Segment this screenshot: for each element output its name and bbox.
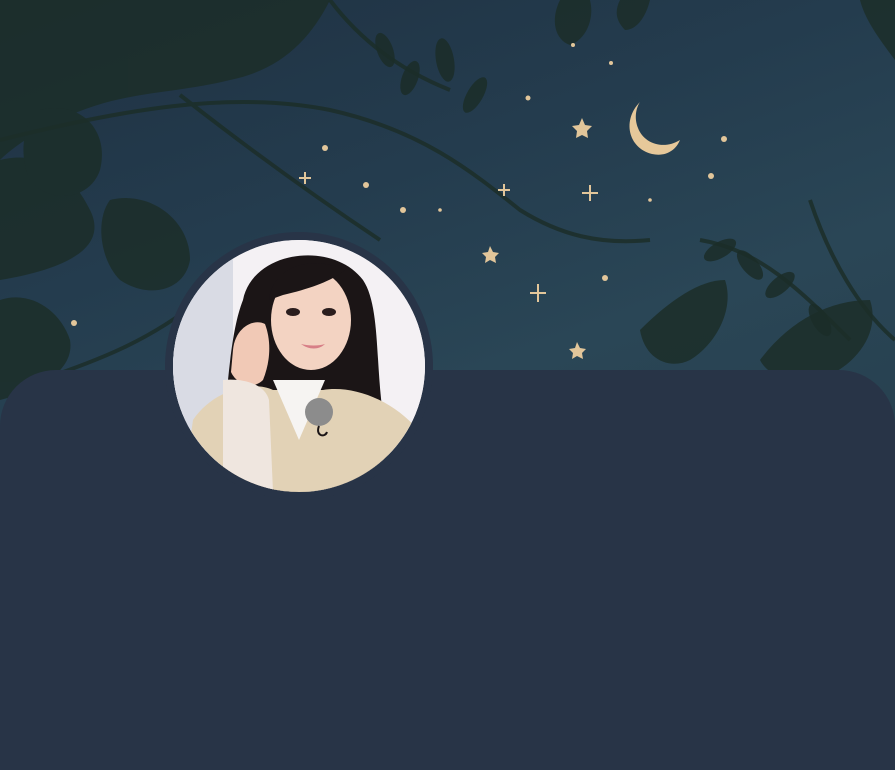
avatar-ring[interactable] <box>165 232 433 500</box>
profile-photo-icon <box>173 240 425 492</box>
avatar[interactable] <box>173 240 425 492</box>
profile-page <box>0 0 895 770</box>
profile-card <box>0 370 895 770</box>
